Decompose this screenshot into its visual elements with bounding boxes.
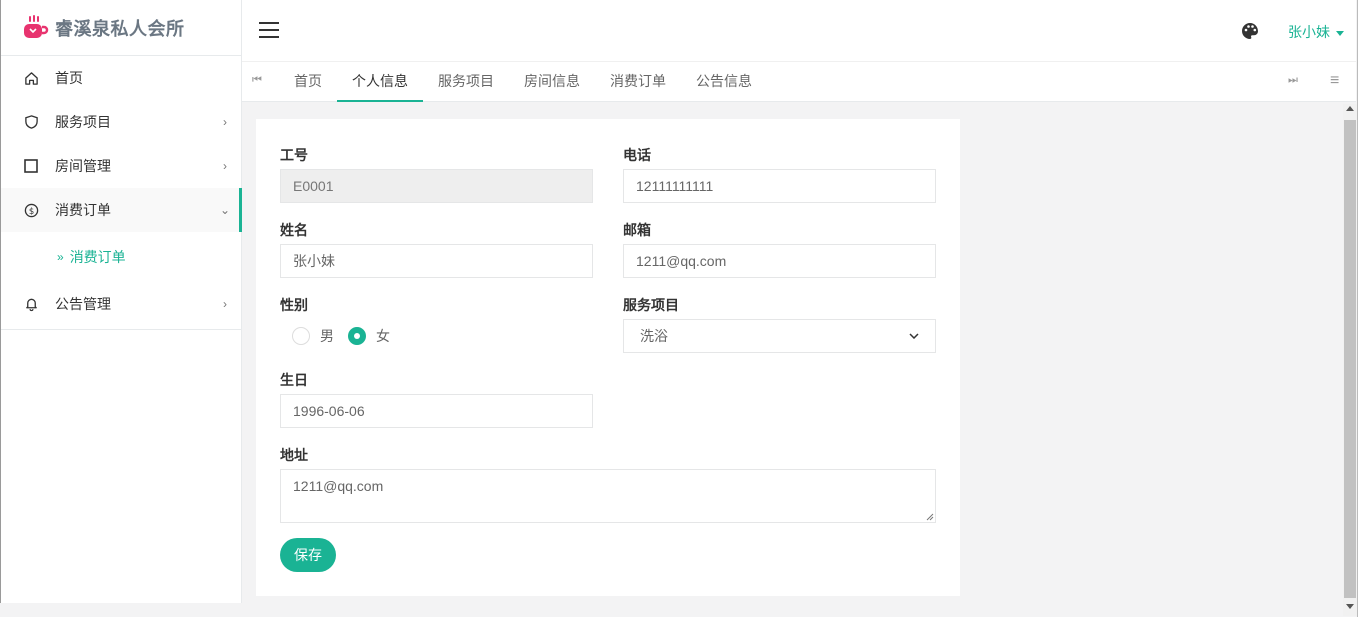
page-tabs: ⏮ 首页 个人信息 服务项目 房间信息 消费订单 公告信息 ⏭ ≡ <box>242 62 1356 102</box>
tab-list: 首页 个人信息 服务项目 房间信息 消费订单 公告信息 <box>279 62 767 102</box>
gender-female-radio[interactable] <box>348 327 366 345</box>
tab-services[interactable]: 服务项目 <box>423 62 509 102</box>
tab-announcements[interactable]: 公告信息 <box>681 62 767 102</box>
tabs-menu-icon[interactable]: ≡ <box>1330 72 1339 90</box>
phone-field[interactable] <box>623 169 936 203</box>
sidebar-nav: 首页 服务项目 › 房间管理 › $ 消费订单 ⌄ » 消费订单 公告管理 › <box>1 56 242 326</box>
user-menu[interactable]: 张小妹 <box>1288 22 1344 42</box>
tabs-scroll-left-icon[interactable]: ⏮ <box>252 74 262 87</box>
top-header: 张小妹 <box>242 0 1356 62</box>
gender-female-label: 女 <box>376 328 390 344</box>
sidebar: 睿溪泉私人会所 首页 服务项目 › 房间管理 › $ 消费订单 ⌄ » 消费订单… <box>0 0 242 603</box>
tabs-scroll-right-icon[interactable]: ⏭ <box>1288 74 1298 87</box>
birthday-label: 生日 <box>280 372 308 388</box>
sidebar-item-rooms[interactable]: 房间管理 › <box>1 144 241 188</box>
employee-id-field[interactable] <box>280 169 593 203</box>
scroll-up-arrow-icon[interactable] <box>1346 106 1354 111</box>
home-icon <box>23 70 39 86</box>
chevron-right-icon: › <box>223 159 227 173</box>
svg-text:$: $ <box>28 205 33 215</box>
sidebar-subitem-label: 消费订单 <box>69 249 126 265</box>
employee-id-label: 工号 <box>280 147 308 163</box>
sidebar-divider <box>1 329 241 330</box>
sidebar-subitem-orders[interactable]: » 消费订单 <box>1 232 241 282</box>
logo[interactable]: 睿溪泉私人会所 <box>1 0 241 56</box>
gender-male-label: 男 <box>320 328 334 344</box>
profile-form-card: 工号 电话 姓名 邮箱 性别 男 女 服务项目 洗浴 生日 地址 1211@qq… <box>256 119 960 596</box>
sidebar-item-announcements[interactable]: 公告管理 › <box>1 282 241 326</box>
coffee-cup-icon <box>24 14 49 38</box>
menu-toggle-icon[interactable] <box>259 22 279 38</box>
page-scrollbar[interactable] <box>1343 104 1357 616</box>
service-label: 服务项目 <box>623 297 679 313</box>
caret-down-icon <box>1336 30 1344 36</box>
sidebar-item-home[interactable]: 首页 <box>1 56 241 100</box>
square-icon <box>23 158 39 174</box>
scroll-thumb[interactable] <box>1344 120 1356 598</box>
chevron-right-icon: › <box>223 297 227 311</box>
tab-home[interactable]: 首页 <box>279 62 337 102</box>
shield-icon <box>23 114 39 130</box>
sidebar-item-label: 消费订单 <box>55 202 111 218</box>
sidebar-item-label: 房间管理 <box>55 158 111 174</box>
birthday-field[interactable] <box>280 394 593 428</box>
scroll-down-arrow-icon[interactable] <box>1346 604 1354 609</box>
chevron-down-icon <box>909 333 919 339</box>
chevron-down-icon: ⌄ <box>219 203 231 217</box>
user-name: 张小妹 <box>1288 24 1330 40</box>
address-field[interactable]: 1211@qq.com <box>280 469 936 523</box>
email-field[interactable] <box>623 244 936 278</box>
email-label: 邮箱 <box>623 222 651 238</box>
sidebar-item-orders[interactable]: $ 消费订单 ⌄ <box>1 188 242 232</box>
tab-rooms[interactable]: 房间信息 <box>509 62 595 102</box>
service-select-value: 洗浴 <box>640 328 668 344</box>
phone-label: 电话 <box>623 147 651 163</box>
sidebar-item-label: 首页 <box>55 70 83 86</box>
gender-radio-group: 男 女 <box>292 326 390 346</box>
chevron-right-icon: › <box>223 115 227 129</box>
name-label: 姓名 <box>280 222 308 238</box>
tab-profile[interactable]: 个人信息 <box>337 62 423 102</box>
save-button[interactable]: 保存 <box>280 538 336 572</box>
dollar-circle-icon: $ <box>23 202 39 218</box>
sidebar-item-services[interactable]: 服务项目 › <box>1 100 241 144</box>
sidebar-item-label: 服务项目 <box>55 114 111 130</box>
service-select[interactable]: 洗浴 <box>623 319 936 353</box>
gender-male-radio[interactable] <box>292 327 310 345</box>
gender-label: 性别 <box>280 297 308 313</box>
double-chevron-icon: » <box>57 250 64 264</box>
window-frame-right <box>1357 0 1366 617</box>
tab-orders[interactable]: 消费订单 <box>595 62 681 102</box>
name-field[interactable] <box>280 244 593 278</box>
resize-handle-icon[interactable] <box>926 513 934 521</box>
bell-icon <box>23 296 39 312</box>
sidebar-item-label: 公告管理 <box>55 296 111 312</box>
address-label: 地址 <box>280 447 308 463</box>
brand-name: 睿溪泉私人会所 <box>55 18 185 39</box>
palette-icon[interactable] <box>1240 21 1260 41</box>
